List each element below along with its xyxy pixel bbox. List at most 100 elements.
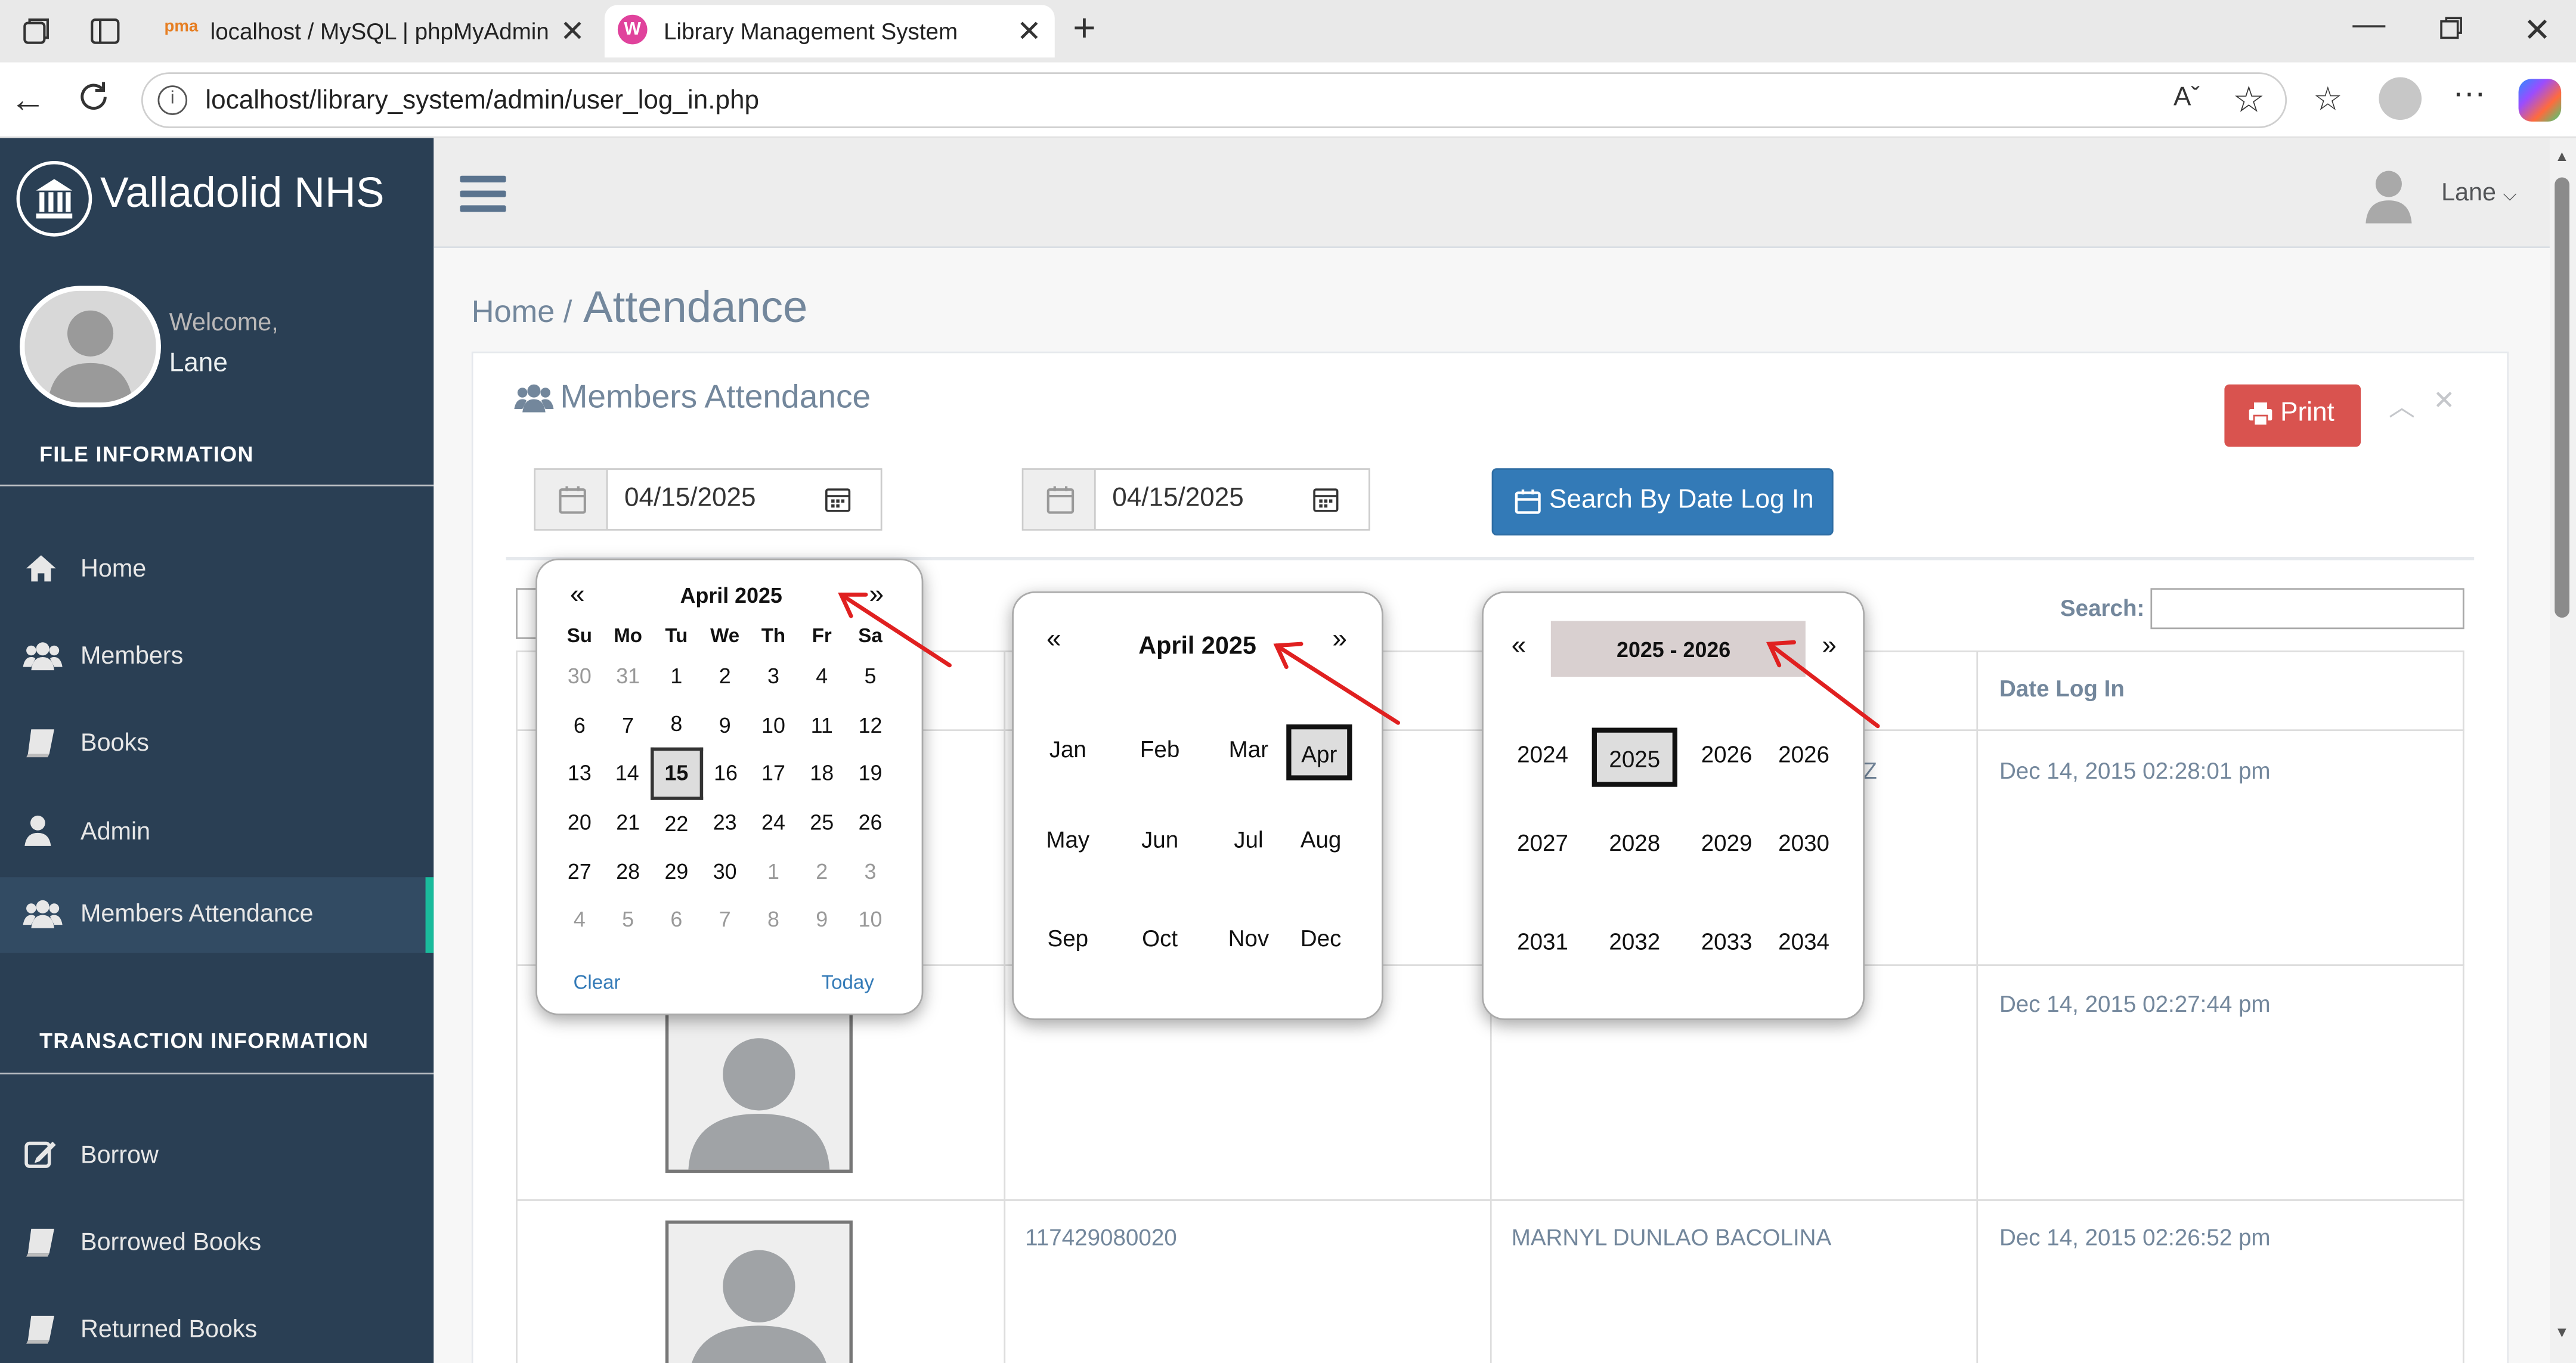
restore-icon[interactable]	[2438, 15, 2464, 41]
menu-toggle-icon[interactable]	[460, 174, 506, 213]
year-cell[interactable]: 2025	[1592, 727, 1677, 787]
day-cell[interactable]: 7	[701, 895, 749, 944]
day-cell[interactable]: 5	[603, 895, 652, 944]
day-cell[interactable]: 26	[846, 798, 894, 847]
day-cell[interactable]: 10	[846, 895, 894, 944]
next-month-button[interactable]: »	[869, 581, 884, 611]
date-picker-icon[interactable]	[825, 487, 851, 513]
next-year-button[interactable]: »	[1332, 626, 1347, 656]
month-cell[interactable]: May	[1038, 815, 1097, 871]
tab-library[interactable]: W Library Management System ✕	[604, 5, 1055, 58]
user-menu[interactable]: Lane ⌵	[2441, 179, 2516, 207]
day-cell[interactable]: 14	[603, 749, 652, 798]
sidebar-item-home[interactable]: Home	[0, 532, 434, 608]
day-cell[interactable]: 17	[749, 749, 797, 798]
day-cell[interactable]: 2	[701, 652, 749, 701]
month-cell[interactable]: Dec	[1292, 913, 1351, 969]
decade-title-button[interactable]: 2025 - 2026	[1550, 621, 1806, 677]
month-cell[interactable]: Jun	[1131, 815, 1190, 871]
prev-month-button[interactable]: «	[570, 581, 585, 611]
date-picker-icon[interactable]	[1312, 487, 1339, 513]
brand-name[interactable]: Valladolid NHS	[100, 168, 384, 218]
month-cell[interactable]: Jul	[1219, 815, 1278, 871]
month-title-button[interactable]: April 2025	[680, 583, 782, 608]
sidebar-item-borrowed-books[interactable]: Borrowed Books	[0, 1206, 434, 1281]
day-cell[interactable]: 13	[555, 749, 603, 798]
prev-year-button[interactable]: «	[1046, 626, 1061, 656]
close-tab-icon[interactable]: ✕	[560, 15, 585, 49]
day-cell[interactable]: 27	[555, 847, 603, 896]
calendar-icon[interactable]	[1023, 469, 1096, 529]
month-cell[interactable]: Jan	[1038, 724, 1097, 780]
year-cell[interactable]: 2027	[1506, 816, 1578, 875]
column-header-date[interactable]: Date Log In	[1999, 675, 2125, 701]
clear-button[interactable]: Clear	[574, 971, 621, 994]
day-cell[interactable]: 19	[846, 749, 894, 798]
month-cell[interactable]: Feb	[1131, 724, 1190, 780]
refresh-icon[interactable]	[76, 79, 112, 115]
year-cell[interactable]: 2026	[1690, 728, 1763, 787]
sidebar-item-admin[interactable]: Admin	[0, 795, 434, 871]
year-cell[interactable]: 2028	[1599, 816, 1671, 875]
sidebar-item-members-attendance[interactable]: Members Attendance	[0, 877, 434, 953]
day-cell[interactable]: 30	[555, 652, 603, 701]
day-cell[interactable]: 9	[798, 895, 846, 944]
tab-actions-icon[interactable]	[89, 15, 122, 48]
search-by-date-button[interactable]: Search By Date Log In	[1491, 468, 1834, 536]
calendar-icon[interactable]	[535, 469, 608, 529]
month-cell[interactable]: Oct	[1131, 913, 1190, 969]
day-cell[interactable]: 24	[749, 798, 797, 847]
day-cell[interactable]: 23	[701, 798, 749, 847]
url-field[interactable]: i localhost/library_system/admin/user_lo…	[141, 72, 2287, 128]
month-cell[interactable]: Apr	[1286, 724, 1352, 780]
scrollbar-track[interactable]: ▲ ▼	[2549, 138, 2576, 1363]
day-cell[interactable]: 28	[603, 847, 652, 896]
prev-decade-button[interactable]: «	[1512, 633, 1527, 662]
day-cell[interactable]: 10	[749, 701, 797, 749]
day-cell[interactable]: 11	[798, 701, 846, 749]
sidebar-item-returned-books[interactable]: Returned Books	[0, 1293, 434, 1363]
day-cell[interactable]: 31	[603, 652, 652, 701]
back-icon[interactable]: ←	[10, 79, 47, 122]
day-cell[interactable]: 1	[749, 847, 797, 896]
date-to-field[interactable]: 04/15/2025	[1021, 468, 1370, 531]
read-aloud-icon[interactable]: Aˇ	[2174, 84, 2200, 114]
day-cell[interactable]: 7	[603, 701, 652, 749]
more-menu-icon[interactable]: ···	[2453, 76, 2485, 113]
day-cell[interactable]: 6	[652, 895, 701, 944]
day-cell[interactable]: 29	[652, 847, 701, 896]
day-cell[interactable]: 12	[846, 701, 894, 749]
year-cell[interactable]: 2030	[1767, 816, 1840, 875]
day-cell[interactable]: 3	[749, 652, 797, 701]
date-from-field[interactable]: 04/15/2025	[534, 468, 883, 531]
user-avatar-small[interactable]	[2362, 164, 2415, 224]
copilot-icon[interactable]	[2518, 79, 2562, 122]
month-cell[interactable]: Aug	[1292, 815, 1351, 871]
tab-phpmyadmin[interactable]: pma localhost / MySQL | phpMyAdmin ✕	[151, 5, 597, 57]
year-cell[interactable]: 2031	[1506, 915, 1578, 974]
month-cell[interactable]: Mar	[1219, 724, 1278, 780]
sidebar-item-members[interactable]: Members	[0, 619, 434, 695]
minimize-icon[interactable]: —	[2352, 7, 2385, 44]
year-cell[interactable]: 2033	[1690, 915, 1763, 974]
favorites-icon[interactable]: ☆	[2313, 79, 2342, 120]
sidebar-item-borrow[interactable]: Borrow	[0, 1119, 434, 1194]
profile-icon[interactable]	[2379, 77, 2422, 120]
print-button[interactable]: Print	[2224, 384, 2361, 447]
day-cell[interactable]: 2	[798, 847, 846, 896]
new-tab-icon[interactable]: +	[1073, 7, 1096, 52]
day-cell[interactable]: 25	[798, 798, 846, 847]
day-cell[interactable]: 5	[846, 652, 894, 701]
breadcrumb-home[interactable]: Home /	[472, 296, 572, 332]
day-cell[interactable]: 8	[749, 895, 797, 944]
workspaces-icon[interactable]	[20, 15, 52, 48]
day-cell[interactable]: 20	[555, 798, 603, 847]
year-cell[interactable]: 2032	[1599, 915, 1671, 974]
day-cell[interactable]: 1	[652, 652, 701, 701]
sidebar-item-books[interactable]: Books	[0, 707, 434, 782]
scroll-down-icon[interactable]: ▼	[2555, 1324, 2569, 1341]
day-cell[interactable]: 4	[555, 895, 603, 944]
today-button[interactable]: Today	[822, 971, 874, 994]
year-title-button[interactable]: April 2025	[1138, 633, 1256, 661]
year-cell[interactable]: 2026	[1767, 728, 1840, 787]
